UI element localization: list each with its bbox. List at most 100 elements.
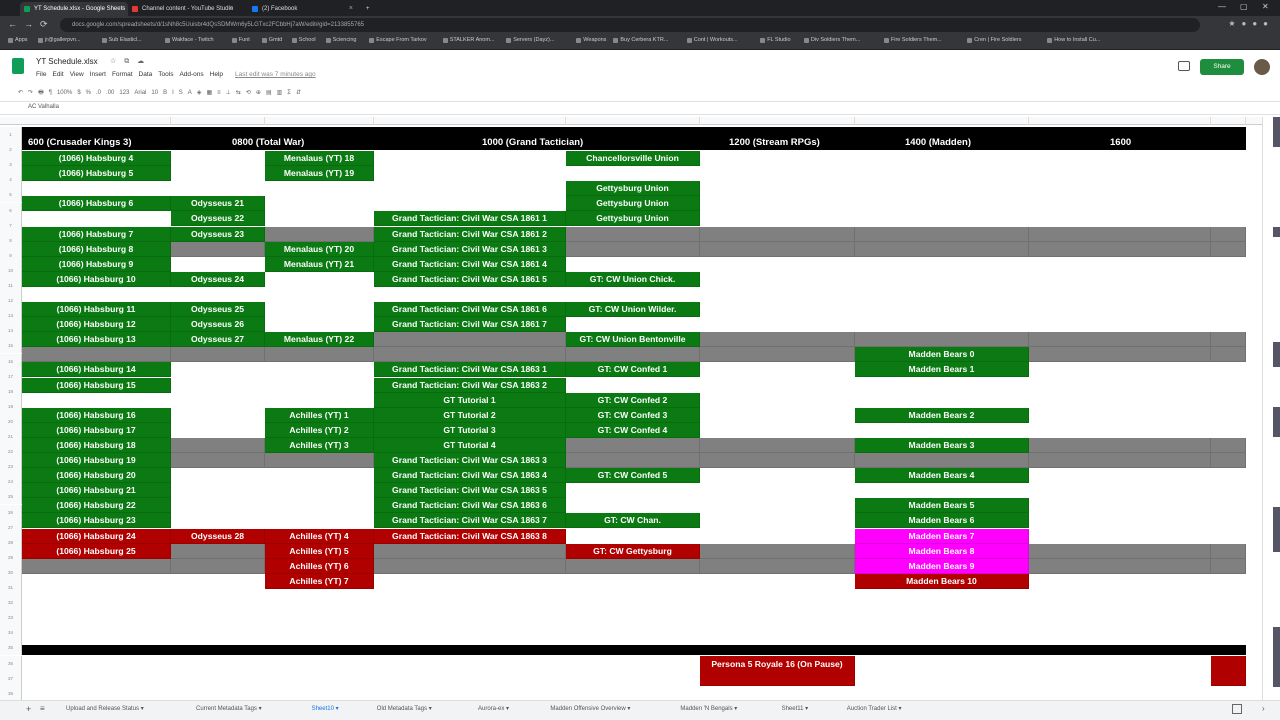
- schedule-cell[interactable]: Menalaus (YT) 20: [265, 241, 374, 257]
- extension-icons[interactable]: ★●●●: [1228, 19, 1274, 28]
- sheets-logo-icon[interactable]: [12, 58, 24, 74]
- menu-item-addons[interactable]: Add-ons: [179, 71, 203, 78]
- row-number[interactable]: 36: [0, 655, 22, 671]
- schedule-cell[interactable]: Odysseus 27: [171, 332, 265, 348]
- schedule-cell[interactable]: Madden Bears 3: [855, 437, 1029, 453]
- row-number[interactable]: 37: [0, 670, 22, 686]
- schedule-cell[interactable]: (1066) Habsburg 18: [22, 437, 171, 453]
- row-number[interactable]: 3: [0, 157, 22, 173]
- sheet-tab[interactable]: Current Metadata Tags ▾: [196, 705, 262, 712]
- schedule-cell[interactable]: [22, 347, 171, 363]
- bookmark-item[interactable]: Escape From Tarkov: [369, 37, 427, 43]
- schedule-cell[interactable]: (1066) Habsburg 8: [22, 241, 171, 257]
- schedule-cell[interactable]: (1066) Habsburg 22: [22, 498, 171, 514]
- schedule-cell[interactable]: Madden Bears 6: [855, 513, 1029, 529]
- bookmark-item[interactable]: jr@gallerpvn...: [38, 37, 81, 43]
- schedule-cell[interactable]: Achilles (YT) 6: [265, 558, 374, 574]
- menu-item-file[interactable]: File: [36, 71, 46, 78]
- bookmark-item[interactable]: Gmtd: [261, 37, 282, 43]
- row-number[interactable]: 27: [0, 519, 22, 535]
- schedule-cell[interactable]: [855, 453, 1029, 469]
- schedule-cell[interactable]: Grand Tactician: Civil War CSA 1863 6: [374, 498, 566, 514]
- toolbar-button[interactable]: ¶: [49, 90, 52, 96]
- schedule-cell[interactable]: [700, 437, 855, 453]
- schedule-cell[interactable]: GT Tutorial 3: [374, 422, 566, 438]
- toolbar-button[interactable]: ⊕: [256, 90, 261, 96]
- sheet-tab[interactable]: Sheet11 ▾: [782, 705, 809, 712]
- schedule-cell[interactable]: [22, 558, 171, 574]
- menu-item-format[interactable]: Format: [112, 71, 133, 78]
- schedule-cell[interactable]: Achilles (YT) 1: [265, 407, 374, 423]
- row-number[interactable]: 33: [0, 610, 22, 626]
- toolbar-button[interactable]: I: [172, 90, 174, 96]
- schedule-cell[interactable]: Grand Tactician: Civil War CSA 1861 3: [374, 241, 566, 257]
- schedule-cell[interactable]: (1066) Habsburg 7: [22, 226, 171, 242]
- schedule-cell[interactable]: Grand Tactician: Civil War CSA 1861 6: [374, 302, 566, 318]
- close-window-icon[interactable]: ✕: [1262, 0, 1269, 14]
- schedule-cell[interactable]: GT: CW Chan.: [566, 513, 700, 529]
- schedule-cell[interactable]: GT Tutorial 4: [374, 437, 566, 453]
- toolbar-button[interactable]: ↶: [18, 90, 23, 96]
- row-number[interactable]: 26: [0, 504, 22, 520]
- schedule-cell[interactable]: GT: CW Gettysburg: [566, 543, 700, 559]
- schedule-cell[interactable]: [1029, 226, 1211, 242]
- spreadsheet-grid[interactable]: 1 2 3 4 5 6 7 8 9 10 11 12 13 14 15 16 17 18 19 20 21 22 23 24 2…: [0, 117, 1280, 700]
- schedule-cell[interactable]: [1211, 332, 1246, 348]
- toolbar-button[interactable]: $: [77, 90, 80, 96]
- bookmark-item[interactable]: Cren | Fire Soldiers: [967, 37, 1021, 43]
- schedule-cell[interactable]: Grand Tactician: Civil War CSA 1861 7: [374, 317, 566, 333]
- toolbar-button[interactable]: ↷: [28, 90, 33, 96]
- column-header[interactable]: [700, 117, 855, 125]
- schedule-cell[interactable]: Madden Bears 8: [855, 543, 1029, 559]
- schedule-cell[interactable]: (1066) Habsburg 6: [22, 196, 171, 212]
- bookmark-item[interactable]: Cont | Workouts...: [686, 37, 738, 43]
- schedule-cell[interactable]: [855, 241, 1029, 257]
- menu-item-view[interactable]: View: [70, 71, 84, 78]
- row-number[interactable]: 28: [0, 534, 22, 550]
- row-number[interactable]: 18: [0, 383, 22, 399]
- schedule-cell[interactable]: GT: CW Confed 1: [566, 362, 700, 378]
- toolbar-button[interactable]: ◈: [197, 90, 202, 96]
- row-number[interactable]: 13: [0, 308, 22, 324]
- schedule-cell[interactable]: (1066) Habsburg 5: [22, 166, 171, 182]
- formula-bar[interactable]: AC Valhalla: [0, 101, 1280, 115]
- schedule-cell[interactable]: Gettysburg Union: [566, 181, 700, 197]
- toolbar-button[interactable]: ≡: [217, 90, 221, 96]
- schedule-cell[interactable]: [374, 332, 566, 348]
- bookmark-item[interactable]: Sciencing: [325, 37, 356, 43]
- column-header[interactable]: [566, 117, 700, 125]
- document-title[interactable]: YT Schedule.xlsx: [36, 57, 98, 66]
- toolbar-button[interactable]: 123: [119, 90, 129, 96]
- toolbar-button[interactable]: ⇵: [296, 90, 301, 96]
- row-number[interactable]: 30: [0, 564, 22, 580]
- row-number[interactable]: 10: [0, 262, 22, 278]
- schedule-cell[interactable]: (1066) Habsburg 25: [22, 543, 171, 559]
- comment-icon[interactable]: [1178, 61, 1190, 71]
- schedule-cell[interactable]: [171, 347, 265, 363]
- schedule-cell[interactable]: [700, 226, 855, 242]
- schedule-cell[interactable]: GT: CW Confed 4: [566, 422, 700, 438]
- schedule-cell[interactable]: (1066) Habsburg 10: [22, 271, 171, 287]
- row-number[interactable]: 23: [0, 459, 22, 475]
- row-number[interactable]: 16: [0, 353, 22, 369]
- bookmark-item[interactable]: Sub Elasticl...: [101, 37, 142, 43]
- schedule-cell[interactable]: GT: CW Union Bentonville: [566, 332, 700, 348]
- schedule-cell[interactable]: [171, 543, 265, 559]
- row-number[interactable]: 29: [0, 549, 22, 565]
- schedule-cell[interactable]: (1066) Habsburg 17: [22, 422, 171, 438]
- schedule-cell[interactable]: [1029, 332, 1211, 348]
- back-icon[interactable]: ←: [8, 19, 17, 29]
- schedule-cell[interactable]: Grand Tactician: Civil War CSA 1863 5: [374, 483, 566, 499]
- sheet-tab[interactable]: Sheet10 ▾: [312, 705, 339, 712]
- row-number[interactable]: 6: [0, 202, 22, 218]
- schedule-cell[interactable]: Achilles (YT) 7: [265, 573, 374, 589]
- row-number[interactable]: 35: [0, 640, 22, 656]
- row-number[interactable]: 17: [0, 368, 22, 384]
- row-number[interactable]: 25: [0, 489, 22, 505]
- bookmark-item[interactable]: Servers (Dayz)...: [506, 37, 554, 43]
- schedule-cell[interactable]: Achilles (YT) 4: [265, 528, 374, 544]
- schedule-cell[interactable]: Madden Bears 9: [855, 558, 1029, 574]
- schedule-cell[interactable]: (1066) Habsburg 11: [22, 302, 171, 318]
- column-header[interactable]: [22, 117, 171, 125]
- schedule-cell[interactable]: [1029, 241, 1211, 257]
